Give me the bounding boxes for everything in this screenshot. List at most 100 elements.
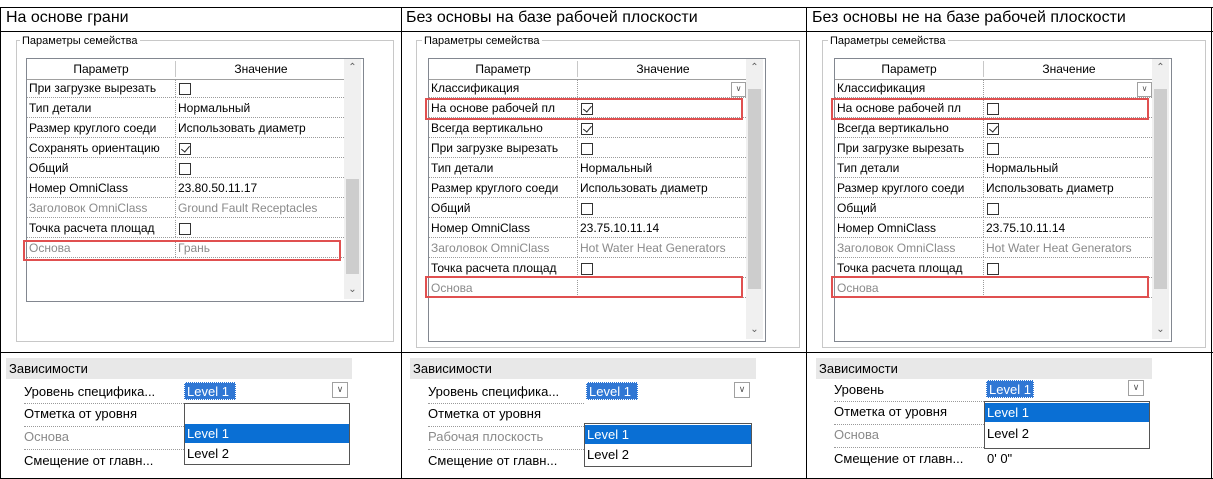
option-level-2[interactable]: Level 2 bbox=[185, 444, 349, 463]
chevron-down-icon[interactable]: ∨ bbox=[332, 382, 348, 398]
param-row[interactable]: Общий bbox=[27, 160, 344, 178]
param-value[interactable]: Нормальный bbox=[178, 100, 341, 117]
param-row[interactable]: При загрузке вырезать bbox=[27, 80, 344, 98]
constraints-header-3[interactable]: Зависимости bbox=[816, 358, 1152, 379]
constraints-header-2[interactable]: Зависимости bbox=[410, 358, 756, 379]
level-options-3[interactable]: Level 1 Level 2 bbox=[984, 401, 1150, 449]
header-value[interactable]: Значение bbox=[578, 59, 748, 79]
table-border-left bbox=[0, 7, 1, 479]
chevron-down-icon[interactable]: ∨ bbox=[731, 82, 746, 97]
option-level-1[interactable]: Level 1 bbox=[985, 403, 1149, 422]
scroll-up-icon[interactable]: ⌃ bbox=[1152, 59, 1169, 76]
param-checkbox[interactable] bbox=[581, 203, 593, 215]
header-value[interactable]: Значение bbox=[176, 59, 346, 79]
param-value[interactable]: Hot Water Heat Generators bbox=[986, 240, 1149, 257]
level-selected[interactable]: Level 1 bbox=[184, 382, 236, 400]
param-checkbox[interactable] bbox=[179, 163, 191, 175]
level-dropdown-3[interactable]: Level 1 ∨ bbox=[986, 380, 1144, 398]
highlight-host-row-1 bbox=[23, 240, 341, 261]
param-name: Тип детали bbox=[837, 161, 900, 175]
grid-scrollbar[interactable]: ⌃ ⌄ bbox=[344, 59, 361, 299]
param-row[interactable]: Сохранять ориентацию bbox=[27, 140, 344, 158]
param-checkbox[interactable] bbox=[987, 143, 999, 155]
param-row[interactable]: Классификация ∨ bbox=[429, 80, 746, 98]
level-selected[interactable]: Level 1 bbox=[986, 380, 1034, 398]
option-level-1[interactable]: Level 1 bbox=[585, 425, 751, 444]
param-row[interactable]: Точка расчета площад bbox=[27, 220, 344, 238]
param-row[interactable]: Размер круглого соеди Использовать диамет… bbox=[429, 180, 746, 198]
param-row[interactable]: Размер круглого соеди Использовать диамет… bbox=[835, 180, 1152, 198]
param-row[interactable]: Номер OmniClass 23.75.10.11.14 bbox=[835, 220, 1152, 238]
param-row[interactable]: Заголовок OmniClass Hot Water Heat Genera… bbox=[835, 240, 1152, 258]
shift-label: Смещение от главн... bbox=[834, 451, 964, 466]
param-row[interactable]: Тип детали Нормальный bbox=[27, 100, 344, 118]
constraints-header-1[interactable]: Зависимости bbox=[6, 358, 352, 379]
grid-header: Параметр Значение bbox=[27, 59, 346, 80]
header-value[interactable]: Значение bbox=[984, 59, 1154, 79]
param-row[interactable]: Номер OmniClass 23.80.50.11.17 bbox=[27, 180, 344, 198]
level-options-2[interactable]: Level 1 Level 2 bbox=[584, 423, 752, 467]
param-value[interactable]: Использовать диаметр bbox=[986, 180, 1149, 197]
scroll-thumb[interactable] bbox=[346, 179, 359, 274]
param-value[interactable]: Hot Water Heat Generators bbox=[580, 240, 743, 257]
level-dropdown-1[interactable]: Level 1 ∨ bbox=[184, 382, 348, 400]
param-row[interactable]: Размер круглого соеди Использовать диамет… bbox=[27, 120, 344, 138]
param-value[interactable]: Использовать диаметр bbox=[178, 120, 341, 137]
family-params-grid-1[interactable]: Параметр Значение При загрузке вырезать Т… bbox=[26, 58, 364, 302]
param-checkbox[interactable] bbox=[987, 123, 999, 135]
scroll-up-icon[interactable]: ⌃ bbox=[746, 59, 763, 76]
param-value[interactable]: Использовать диаметр bbox=[580, 180, 743, 197]
param-value[interactable]: 23.80.50.11.17 bbox=[178, 180, 341, 197]
scroll-down-icon[interactable]: ⌄ bbox=[746, 321, 763, 338]
param-value[interactable]: 23.75.10.11.14 bbox=[986, 220, 1149, 237]
param-row[interactable]: Всегда вертикально bbox=[429, 120, 746, 138]
param-row[interactable]: Заголовок OmniClass Ground Fault Receptac… bbox=[27, 200, 344, 218]
param-row[interactable]: Тип детали Нормальный bbox=[429, 160, 746, 178]
chevron-down-icon[interactable]: ∨ bbox=[1137, 82, 1152, 97]
param-checkbox[interactable] bbox=[179, 223, 191, 235]
scroll-down-icon[interactable]: ⌄ bbox=[1152, 321, 1169, 338]
param-row[interactable]: Всегда вертикально bbox=[835, 120, 1152, 138]
option-level-1[interactable]: Level 1 bbox=[185, 424, 349, 443]
shift-value[interactable]: 0' 0" bbox=[987, 448, 1067, 470]
param-value[interactable]: Нормальный bbox=[580, 160, 743, 177]
param-row[interactable]: Общий bbox=[429, 200, 746, 218]
param-row[interactable]: Тип детали Нормальный bbox=[835, 160, 1152, 178]
highlight-workplane-row-2 bbox=[425, 98, 743, 120]
param-row[interactable]: Общий bbox=[835, 200, 1152, 218]
chevron-down-icon[interactable]: ∨ bbox=[734, 382, 750, 398]
level-options-1[interactable]: Level 1 Level 2 bbox=[184, 403, 350, 465]
scroll-thumb[interactable] bbox=[748, 89, 761, 289]
param-checkbox[interactable] bbox=[179, 83, 191, 95]
header-param[interactable]: Параметр bbox=[27, 59, 175, 79]
offset-label: Отметка от уровня bbox=[428, 406, 542, 421]
param-value[interactable]: 23.75.10.11.14 bbox=[580, 220, 743, 237]
grid-header: Параметр Значение bbox=[835, 59, 1154, 80]
grid-scrollbar[interactable]: ⌃ ⌄ bbox=[746, 59, 763, 339]
param-row[interactable]: При загрузке вырезать bbox=[835, 140, 1152, 158]
param-row[interactable]: Номер OmniClass 23.75.10.11.14 bbox=[429, 220, 746, 238]
header-param[interactable]: Параметр bbox=[835, 59, 983, 79]
scroll-down-icon[interactable]: ⌄ bbox=[344, 281, 361, 298]
grid-scrollbar[interactable]: ⌃ ⌄ bbox=[1152, 59, 1169, 339]
param-row[interactable]: Заголовок OmniClass Hot Water Heat Genera… bbox=[429, 240, 746, 258]
param-checkbox[interactable] bbox=[581, 263, 593, 275]
param-row[interactable]: При загрузке вырезать bbox=[429, 140, 746, 158]
level-dropdown-2[interactable]: Level 1 ∨ bbox=[586, 382, 750, 400]
chevron-down-icon[interactable]: ∨ bbox=[1128, 380, 1144, 396]
level-selected[interactable]: Level 1 bbox=[586, 382, 638, 400]
scroll-thumb[interactable] bbox=[1154, 89, 1167, 289]
param-value[interactable]: Нормальный bbox=[986, 160, 1149, 177]
param-checkbox[interactable] bbox=[179, 143, 191, 155]
param-checkbox[interactable] bbox=[581, 143, 593, 155]
param-checkbox[interactable] bbox=[987, 263, 999, 275]
scroll-up-icon[interactable]: ⌃ bbox=[344, 59, 361, 76]
option-level-2[interactable]: Level 2 bbox=[985, 424, 1149, 443]
param-name: Заголовок OmniClass bbox=[29, 201, 148, 215]
header-param[interactable]: Параметр bbox=[429, 59, 577, 79]
param-checkbox[interactable] bbox=[581, 123, 593, 135]
param-checkbox[interactable] bbox=[987, 203, 999, 215]
param-value[interactable]: Ground Fault Receptacles bbox=[178, 200, 341, 217]
param-row[interactable]: Классификация ∨ bbox=[835, 80, 1152, 98]
option-level-2[interactable]: Level 2 bbox=[585, 445, 751, 464]
